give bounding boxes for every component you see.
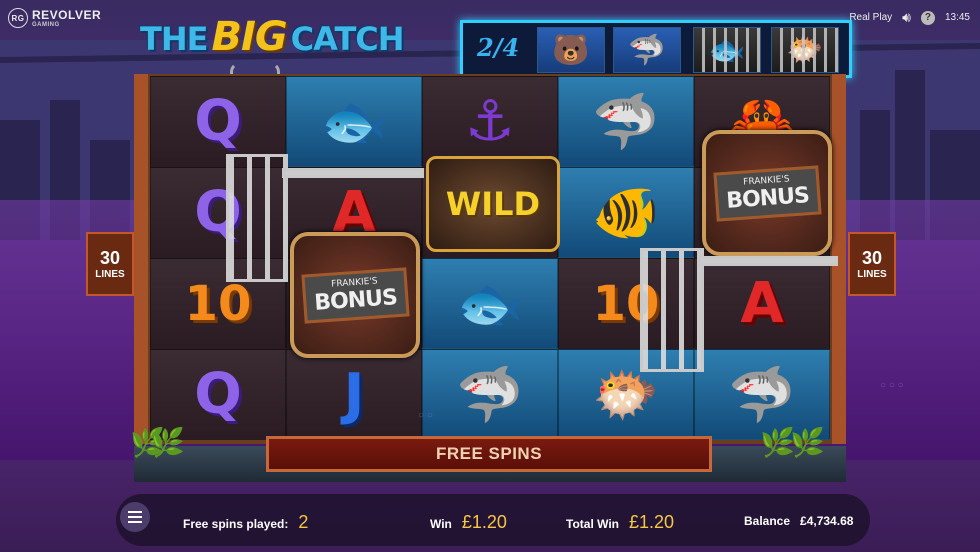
bonus-symbol-left: FRANKIE'S BONUS bbox=[290, 232, 420, 358]
lines-label-right: LINES bbox=[857, 269, 887, 280]
bonus-symbol-right: FRANKIE'S BONUS bbox=[702, 130, 832, 256]
boss-fish-icon: 🐡 bbox=[771, 27, 839, 73]
reel3-symbol-a: ⚓︎ bbox=[422, 76, 558, 167]
balance-label: Balance bbox=[744, 514, 791, 528]
seaweed-icon-right-2: 🌿 bbox=[790, 427, 825, 458]
play-mode-label: Real Play bbox=[849, 12, 893, 23]
bonus-sign-main: BONUS bbox=[313, 284, 398, 316]
free-spins-banner-text: FREE SPINS bbox=[435, 444, 543, 463]
sound-toggle-icon[interactable]: 🔊︎ bbox=[902, 9, 911, 26]
menu-icon-line bbox=[128, 516, 142, 518]
win-label: Win bbox=[430, 517, 452, 531]
reel2-symbol-green-fish: 🐟 bbox=[286, 76, 422, 167]
bubbles-icon: ○ ○ bbox=[418, 410, 433, 421]
brand-subtitle: GAMING bbox=[32, 22, 60, 28]
title-big: BIG bbox=[211, 14, 287, 60]
win-value: £1.20 bbox=[461, 512, 507, 532]
title-catch: CATCH bbox=[290, 20, 405, 58]
revolver-logo: RG REVOLVER GAMING bbox=[8, 8, 101, 28]
total-win-value: £1.20 bbox=[629, 512, 675, 532]
bonus-progress-count: 2/4 bbox=[477, 33, 520, 62]
reel3-symbol-shark: 🦈 bbox=[422, 349, 558, 440]
lines-label-left: LINES bbox=[95, 269, 125, 280]
clock: 13:45 bbox=[944, 12, 970, 23]
wild-symbol: WILD bbox=[426, 156, 560, 252]
green-fish-icon: 🐟 bbox=[693, 27, 761, 73]
menu-icon-line bbox=[128, 521, 142, 523]
seaweed-icon-left-2: 🌿 bbox=[150, 427, 185, 458]
menu-button[interactable] bbox=[120, 502, 150, 532]
lines-badge-right: 30 LINES bbox=[848, 232, 896, 296]
menu-icon-line bbox=[128, 511, 142, 513]
bonus-sign: FRANKIE'S BONUS bbox=[301, 266, 409, 324]
cage-frame-right bbox=[698, 256, 838, 266]
reel2-symbol-j: J bbox=[286, 349, 422, 440]
top-right-controls: Real Play 🔊︎ ? 13:45 bbox=[849, 9, 970, 26]
cage-door-right bbox=[640, 248, 704, 372]
bubbles-icon-2: ○ ○ ○ bbox=[880, 380, 904, 391]
brand-name: REVOLVER bbox=[32, 8, 102, 22]
total-win-display: Total Win £1.20 bbox=[566, 512, 674, 533]
win-display: Win £1.20 bbox=[430, 512, 507, 533]
reel5-symbol-a: A bbox=[694, 258, 830, 349]
bonus-sign: FRANKIE'S BONUS bbox=[713, 164, 821, 222]
lines-badge-left: 30 LINES bbox=[86, 232, 134, 296]
lines-value-left: 30 bbox=[99, 248, 121, 268]
total-win-label: Total Win bbox=[566, 517, 619, 531]
bonus-progress-panel: 2/4 🐻 🦈 🐟 🐡 bbox=[460, 20, 852, 78]
wild-label: WILD bbox=[445, 185, 541, 223]
free-spins-played-label: Free spins played: bbox=[183, 517, 289, 531]
cage-door-left bbox=[226, 154, 288, 282]
balance-value: £4,734.68 bbox=[800, 514, 854, 528]
reel4-symbol-shark: 🦈 bbox=[558, 76, 694, 167]
reel3-symbol-green-fish: 🐟 bbox=[422, 258, 558, 349]
bonus-sign-main: BONUS bbox=[725, 182, 810, 214]
reel4-symbol-blue-fish: 🐠 bbox=[558, 167, 694, 258]
gangster-shark-icon: 🦈 bbox=[613, 27, 681, 73]
balance-display: Balance £4,734.68 bbox=[744, 514, 853, 528]
cage-frame-left bbox=[282, 168, 424, 178]
free-spins-played: Free spins played: 2 bbox=[183, 512, 308, 533]
gangster-bear-icon: 🐻 bbox=[537, 27, 605, 73]
game-title: THE BIG CATCH bbox=[140, 14, 405, 60]
rg-logo-icon: RG bbox=[8, 8, 28, 28]
lines-value-right: 30 bbox=[861, 248, 883, 268]
help-button[interactable]: ? bbox=[920, 10, 935, 25]
title-the: THE bbox=[140, 20, 208, 58]
free-spins-played-value: 2 bbox=[298, 512, 309, 532]
free-spins-banner: FREE SPINS bbox=[266, 436, 712, 472]
